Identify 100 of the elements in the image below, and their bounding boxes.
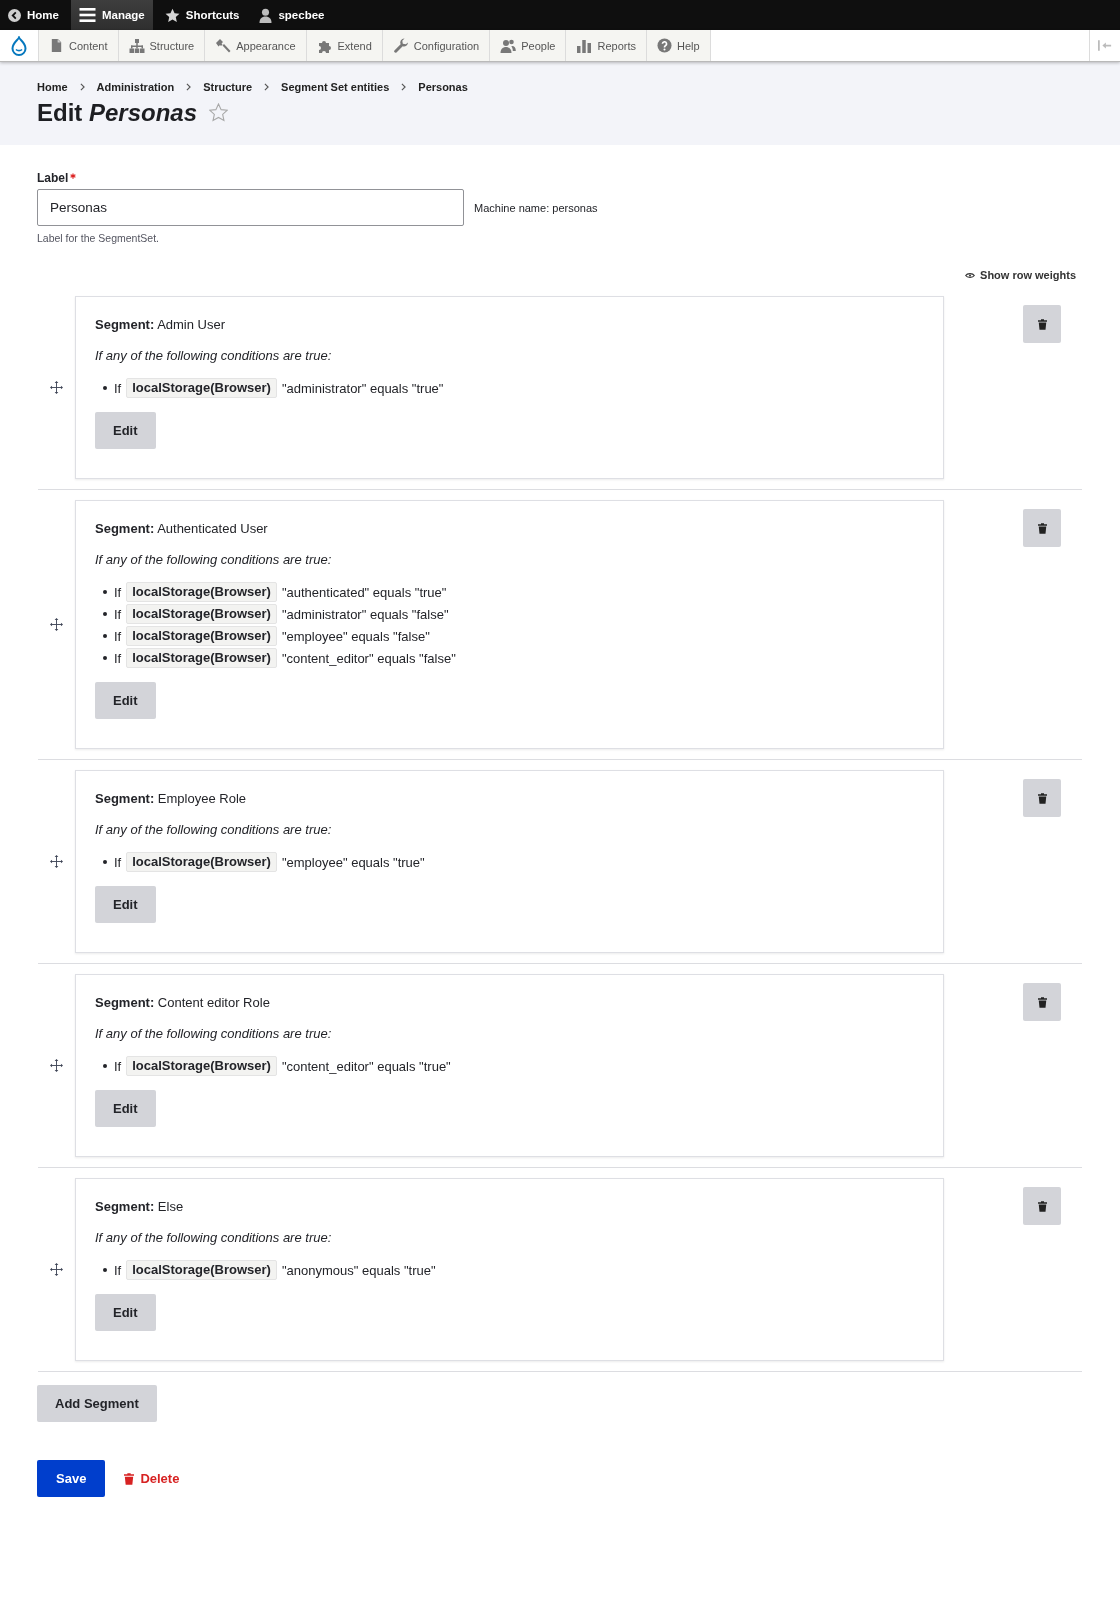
move-icon[interactable] xyxy=(50,618,63,631)
delete-segment-button[interactable] xyxy=(1023,779,1061,817)
move-icon[interactable] xyxy=(50,381,63,394)
source-tag: localStorage(Browser) xyxy=(126,852,277,872)
edit-button[interactable]: Edit xyxy=(95,412,156,449)
label-input[interactable]: Personas xyxy=(37,189,464,226)
star-icon[interactable] xyxy=(209,103,229,122)
segment-title: Segment: Authenticated User xyxy=(95,520,269,538)
edit-button[interactable]: Edit xyxy=(95,682,156,719)
condition-text: "employee" equals "false" xyxy=(281,628,430,644)
chevron-icon xyxy=(79,83,85,91)
edit-button[interactable]: Edit xyxy=(95,1294,156,1331)
trash-icon xyxy=(1037,792,1047,804)
bullet-icon xyxy=(103,860,107,864)
condition-keyword: If xyxy=(114,854,122,870)
condition-text: "content_editor" equals "false" xyxy=(281,650,456,666)
document-icon xyxy=(49,38,64,53)
menu-item[interactable]: Reports xyxy=(566,30,647,61)
move-icon[interactable] xyxy=(50,1059,63,1072)
menu-item[interactable]: Help xyxy=(647,30,711,61)
condition-text: "anonymous" equals "true" xyxy=(281,1262,436,1278)
help-icon xyxy=(657,38,672,53)
show-row-weights-link[interactable]: Show row weights xyxy=(965,267,1076,283)
bullet-icon xyxy=(103,1268,107,1272)
menu-item[interactable]: Content xyxy=(39,30,119,61)
segment-title: Segment: Employee Role xyxy=(95,790,247,808)
bullet-icon xyxy=(103,612,107,616)
chevron-icon xyxy=(264,83,270,91)
conditions-intro: If any of the following conditions are true: xyxy=(95,821,333,839)
bullet-icon xyxy=(103,1064,107,1068)
condition-keyword: If xyxy=(114,606,122,622)
trash-icon xyxy=(124,1472,135,1485)
menu-icon xyxy=(78,8,96,22)
condition-keyword: If xyxy=(114,584,122,600)
condition-text: "content_editor" equals "true" xyxy=(281,1058,451,1074)
toolbar-tab[interactable]: Home xyxy=(0,0,67,30)
wrench-icon xyxy=(392,37,409,54)
star-icon xyxy=(164,7,180,23)
condition-keyword: If xyxy=(114,628,122,644)
breadcrumb-link[interactable]: Structure xyxy=(203,79,253,95)
conditions-intro: If any of the following conditions are true: xyxy=(95,1025,333,1043)
condition-text: "administrator" equals "true" xyxy=(281,380,444,396)
move-icon[interactable] xyxy=(50,855,63,868)
condition-keyword: If xyxy=(114,1262,122,1278)
menu-item[interactable]: Configuration xyxy=(382,30,491,61)
bullet-icon xyxy=(103,386,107,390)
toolbar-tab[interactable]: Manage xyxy=(70,0,153,30)
edit-button[interactable]: Edit xyxy=(95,886,156,923)
breadcrumb-link[interactable]: Segment Set entities xyxy=(281,79,390,95)
condition-text: "employee" equals "true" xyxy=(281,854,425,870)
source-tag: localStorage(Browser) xyxy=(126,378,277,398)
toolbar-tab[interactable]: specbee xyxy=(251,0,333,30)
source-tag: localStorage(Browser) xyxy=(126,648,277,668)
drop-logo-icon[interactable] xyxy=(11,35,27,56)
segment-title: Segment: Content editor Role xyxy=(95,994,271,1012)
trash-icon xyxy=(1037,996,1047,1008)
people-icon xyxy=(500,37,517,54)
condition-text: "administrator" equals "false" xyxy=(281,606,449,622)
bullet-icon xyxy=(103,634,107,638)
field-description: Label for the SegmentSet. xyxy=(37,231,160,245)
source-tag: localStorage(Browser) xyxy=(126,582,277,602)
condition-text: "authenticated" equals "true" xyxy=(281,584,447,600)
delete-segment-button[interactable] xyxy=(1023,983,1061,1021)
hierarchy-icon xyxy=(128,37,145,54)
menu-item[interactable]: Extend xyxy=(306,30,383,61)
menu-item[interactable]: People xyxy=(490,30,567,61)
delete-segment-button[interactable] xyxy=(1023,509,1061,547)
bullet-icon xyxy=(103,656,107,660)
bullet-icon xyxy=(103,590,107,594)
source-tag: localStorage(Browser) xyxy=(126,1260,277,1280)
add-segment-button[interactable]: Add Segment xyxy=(37,1385,157,1422)
move-icon[interactable] xyxy=(50,1263,63,1276)
segment-title: Segment: Admin User xyxy=(95,316,227,334)
trash-icon xyxy=(1037,522,1047,534)
menu-item[interactable]: Structure xyxy=(118,30,206,61)
bar-chart-icon xyxy=(576,37,593,54)
hammer-icon xyxy=(215,37,232,54)
condition-keyword: If xyxy=(114,380,122,396)
toolbar-tab[interactable]: Shortcuts xyxy=(156,0,248,30)
conditions-intro: If any of the following conditions are true: xyxy=(95,347,333,365)
source-tag: localStorage(Browser) xyxy=(126,604,277,624)
field-label: Label xyxy=(37,171,69,186)
breadcrumb-link[interactable]: Home xyxy=(37,79,68,95)
condition-keyword: If xyxy=(114,1058,122,1074)
trash-icon xyxy=(1037,1200,1047,1212)
edit-button[interactable]: Edit xyxy=(95,1090,156,1127)
breadcrumb-link[interactable]: Administration xyxy=(96,79,175,95)
breadcrumb-link[interactable]: Personas xyxy=(418,79,468,95)
page-title: Edit Personas xyxy=(37,98,198,127)
delete-segment-button[interactable] xyxy=(1023,1187,1061,1225)
source-tag: localStorage(Browser) xyxy=(126,626,277,646)
menu-item[interactable]: Appearance xyxy=(205,30,307,61)
chevron-icon xyxy=(401,83,407,91)
delete-segment-button[interactable] xyxy=(1023,305,1061,343)
eye-icon xyxy=(965,271,976,279)
chevron-icon xyxy=(186,83,192,91)
delete-link[interactable]: Delete xyxy=(124,1471,180,1486)
user-icon xyxy=(259,7,273,23)
source-tag: localStorage(Browser) xyxy=(126,1056,277,1076)
save-button[interactable]: Save xyxy=(37,1460,106,1497)
